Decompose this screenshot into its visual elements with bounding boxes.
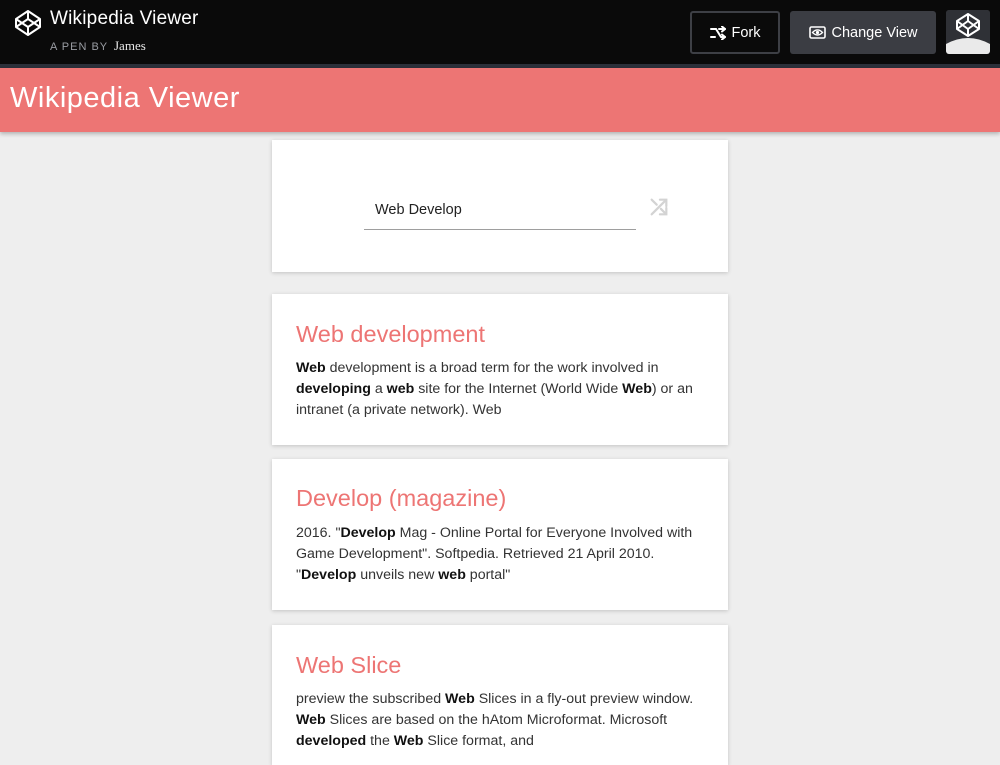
snippet-highlight: Web bbox=[296, 360, 326, 376]
search-input[interactable] bbox=[364, 190, 636, 230]
snippet-text: development is a broad term for the work… bbox=[325, 360, 659, 376]
snippet-text: portal" bbox=[465, 567, 511, 583]
pen-title: Wikipedia Viewer bbox=[50, 8, 199, 29]
snippet-highlight: Develop bbox=[340, 525, 396, 541]
snippet-text: Slices in a fly-out preview window. bbox=[474, 691, 694, 707]
pen-byline: A PEN BY James bbox=[50, 38, 146, 54]
app-header: Wikipedia Viewer bbox=[0, 68, 1000, 132]
codepen-header: Wikipedia Viewer A PEN BY James Fork Cha… bbox=[0, 0, 1000, 64]
result-title-link[interactable]: Web development bbox=[296, 321, 485, 348]
fork-button[interactable]: Fork bbox=[690, 11, 780, 54]
snippet-highlight: web bbox=[438, 567, 466, 583]
shuffle-icon[interactable] bbox=[648, 196, 670, 218]
app-title: Wikipedia Viewer bbox=[10, 82, 240, 114]
snippet-text: site for the Internet (World Wide bbox=[414, 381, 623, 397]
result-card: Web development Web development is a bro… bbox=[272, 294, 728, 445]
snippet-highlight: Web bbox=[296, 712, 326, 728]
result-snippet: preview the subscribed Web Slices in a f… bbox=[296, 689, 708, 752]
snippet-highlight: Web bbox=[622, 381, 652, 397]
search-card bbox=[272, 140, 728, 272]
fork-label: Fork bbox=[731, 24, 761, 41]
change-view-button[interactable]: Change View bbox=[790, 11, 936, 54]
change-view-label: Change View bbox=[831, 24, 918, 41]
result-card: Web Slice preview the subscribed Web Sli… bbox=[272, 625, 728, 765]
user-avatar[interactable] bbox=[946, 10, 990, 54]
snippet-highlight: web bbox=[386, 381, 415, 397]
result-snippet: Web development is a broad term for the … bbox=[296, 358, 706, 421]
codepen-logo-icon[interactable] bbox=[14, 9, 42, 37]
byline-prefix: A PEN BY bbox=[50, 41, 108, 53]
result-snippet: 2016. "Develop Mag - Online Portal for E… bbox=[296, 523, 706, 586]
snippet-highlight: Web bbox=[393, 733, 424, 749]
author-link[interactable]: James bbox=[114, 38, 146, 53]
snippet-text: a bbox=[370, 381, 387, 397]
snippet-text: the bbox=[366, 733, 394, 749]
codepen-avatar-icon bbox=[946, 10, 990, 54]
snippet-highlight: developing bbox=[296, 381, 371, 397]
eye-icon bbox=[808, 26, 826, 39]
snippet-text: Slices are based on the hAtom Microforma… bbox=[325, 712, 668, 728]
snippet-text: preview the subscribed bbox=[296, 691, 446, 707]
result-title-link[interactable]: Develop (magazine) bbox=[296, 485, 506, 512]
snippet-highlight: developed bbox=[296, 733, 367, 749]
result-card: Develop (magazine) 2016. "Develop Mag - … bbox=[272, 459, 728, 610]
snippet-highlight: Develop bbox=[301, 567, 357, 583]
snippet-text: Slice format, and bbox=[423, 733, 534, 749]
snippet-highlight: Web bbox=[445, 691, 475, 707]
snippet-text: 2016. " bbox=[296, 525, 341, 541]
result-title-link[interactable]: Web Slice bbox=[296, 652, 401, 679]
snippet-text: unveils new bbox=[356, 567, 439, 583]
fork-icon bbox=[709, 25, 726, 40]
